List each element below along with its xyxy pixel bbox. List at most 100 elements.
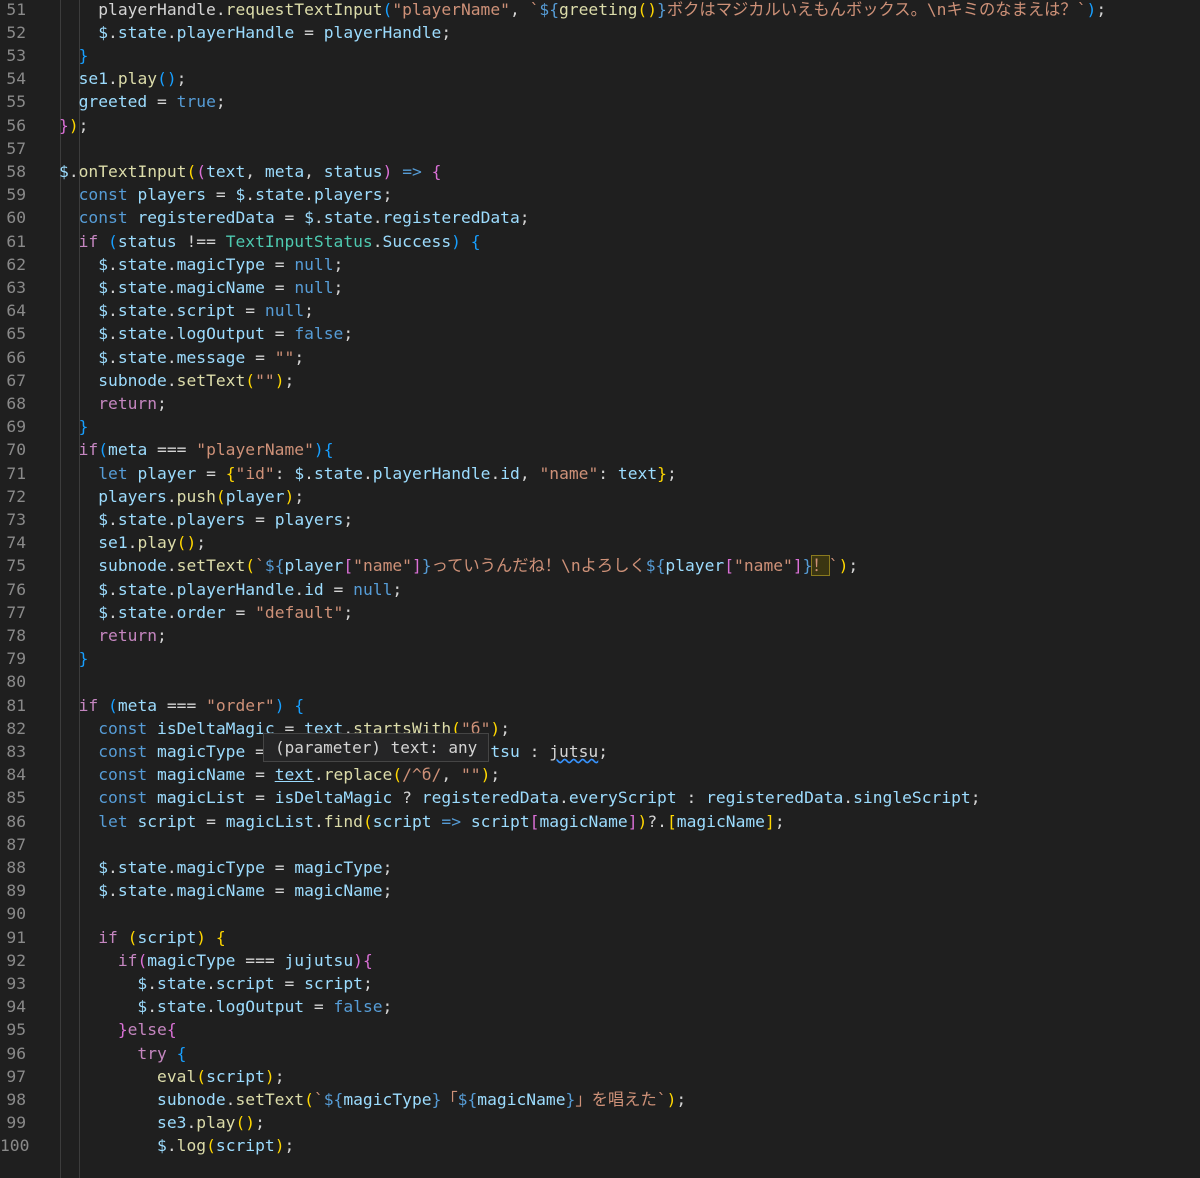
code-text: return;: [59, 624, 167, 647]
code-line[interactable]: 78 return;: [0, 624, 1200, 647]
code-line[interactable]: 74 se1.play();: [0, 531, 1200, 554]
code-line[interactable]: 62 $.state.magicType = null;: [0, 253, 1200, 276]
code-line[interactable]: 51 playerHandle.requestTextInput("player…: [0, 0, 1200, 21]
code-text: return;: [59, 392, 167, 415]
code-token: let: [98, 811, 128, 831]
code-token: .: [108, 579, 118, 599]
code-line[interactable]: 57: [0, 137, 1200, 160]
code-token: ]: [627, 811, 638, 831]
line-number: 73: [6, 509, 26, 529]
code-token: let: [98, 463, 128, 483]
code-line[interactable]: 64 $.state.script = null;: [0, 299, 1200, 322]
code-line[interactable]: 85 const magicList = isDeltaMagic ? regi…: [0, 786, 1200, 809]
code-line[interactable]: 67 subnode.setText("");: [0, 369, 1200, 392]
code-token: =>: [441, 811, 462, 831]
code-line[interactable]: 60 const registeredData = $.state.regist…: [0, 206, 1200, 229]
code-token: const: [78, 208, 128, 228]
code-line[interactable]: 95 }else{: [0, 1018, 1200, 1041]
code-line[interactable]: 87: [0, 833, 1200, 856]
code-line[interactable]: 81 if (meta === "order") {: [0, 694, 1200, 717]
code-line[interactable]: 56});: [0, 114, 1200, 137]
code-line[interactable]: 68 return;: [0, 392, 1200, 415]
code-text: $.state.order = "default";: [59, 601, 353, 624]
code-line[interactable]: 76 $.state.playerHandle.id = null;: [0, 578, 1200, 601]
code-line[interactable]: 72 players.push(player);: [0, 485, 1200, 508]
code-token: players: [176, 509, 246, 529]
code-line[interactable]: 93 $.state.script = script;: [0, 972, 1200, 995]
code-token: greeting: [559, 0, 638, 19]
code-line[interactable]: 61 if (status !== TextInputStatus.Succes…: [0, 230, 1200, 253]
code-line[interactable]: 82 const isDeltaMagic = text.startsWith(…: [0, 717, 1200, 740]
code-line[interactable]: 94 $.state.logOutput = false;: [0, 995, 1200, 1018]
code-line[interactable]: 70 if(meta === "playerName"){: [0, 438, 1200, 461]
code-line[interactable]: 53 }: [0, 44, 1200, 67]
code-line[interactable]: 97 eval(script);: [0, 1065, 1200, 1088]
code-token: TextInputStatus: [225, 231, 373, 251]
code-line[interactable]: 98 subnode.setText(`${magicType}「${magic…: [0, 1088, 1200, 1111]
code-text: $.state.players = players;: [59, 508, 353, 531]
code-line[interactable]: 69 }: [0, 415, 1200, 438]
code-token: magicType: [176, 857, 265, 877]
code-token: .: [206, 997, 216, 1017]
line-number: 94: [6, 997, 26, 1017]
code-line[interactable]: 59 const players = $.state.players;: [0, 183, 1200, 206]
code-token: ;: [848, 556, 859, 576]
code-token: {: [225, 463, 236, 483]
code-line[interactable]: 96 try {: [0, 1042, 1200, 1065]
code-token: "playerName": [196, 440, 314, 460]
code-token: /^б/: [402, 765, 442, 785]
code-token: state: [117, 347, 167, 367]
code-editor[interactable]: 51 playerHandle.requestTextInput("player…: [0, 0, 1200, 1178]
code-token: .: [108, 277, 118, 297]
code-line[interactable]: 55 greeted = true;: [0, 90, 1200, 113]
code-token: "name": [734, 556, 793, 576]
code-line[interactable]: 71 let player = {"id": $.state.playerHan…: [0, 462, 1200, 485]
code-line[interactable]: 54 se1.play();: [0, 67, 1200, 90]
code-token: (: [108, 231, 118, 251]
code-line[interactable]: 92 if(magicType === jujutsu){: [0, 949, 1200, 972]
code-line[interactable]: 90: [0, 902, 1200, 925]
code-token: .: [166, 602, 177, 622]
code-line[interactable]: 75 subnode.setText(`${player["name"]}ってい…: [0, 554, 1200, 577]
code-line[interactable]: 63 $.state.magicName = null;: [0, 276, 1200, 299]
code-line[interactable]: 84 const magicName = text.replace(/^б/, …: [0, 763, 1200, 786]
line-number: 74: [6, 533, 26, 553]
code-token: ): [68, 115, 79, 135]
code-line[interactable]: 86 let script = magicList.find(script =>…: [0, 810, 1200, 833]
code-token: if: [117, 950, 138, 970]
code-line[interactable]: 80: [0, 670, 1200, 693]
code-token: =: [245, 347, 275, 367]
code-text: $.onTextInput((text, meta, status) => {: [59, 160, 441, 183]
line-number: 79: [6, 649, 26, 669]
code-line[interactable]: 52 $.state.playerHandle = playerHandle;: [0, 21, 1200, 44]
code-line[interactable]: 83 const magicType = isDeltaMagic ? ever…: [0, 740, 1200, 763]
code-token: text: [617, 463, 658, 483]
code-line[interactable]: 77 $.state.order = "default";: [0, 601, 1200, 624]
code-line[interactable]: 89 $.state.magicName = magicName;: [0, 879, 1200, 902]
code-line[interactable]: 99 se3.play();: [0, 1111, 1200, 1134]
code-token: (): [176, 533, 197, 553]
code-line[interactable]: 88 $.state.magicType = magicType;: [0, 856, 1200, 879]
code-line[interactable]: 73 $.state.players = players;: [0, 508, 1200, 531]
code-line[interactable]: 100 $.log(script);: [0, 1134, 1200, 1157]
code-token: `: [656, 1089, 667, 1109]
code-token: $: [59, 161, 69, 181]
code-line[interactable]: 91 if (script) {: [0, 926, 1200, 949]
code-line[interactable]: 79 }: [0, 647, 1200, 670]
code-line[interactable]: 58 $.onTextInput((text, meta, status) => …: [0, 160, 1200, 183]
code-line[interactable]: 66 $.state.message = "";: [0, 346, 1200, 369]
code-line[interactable]: 65 $.state.logOutput = false;: [0, 322, 1200, 345]
code-token: (: [362, 811, 373, 831]
line-number: 80: [6, 672, 26, 692]
code-token: ;: [343, 509, 354, 529]
code-token: .: [304, 463, 314, 483]
